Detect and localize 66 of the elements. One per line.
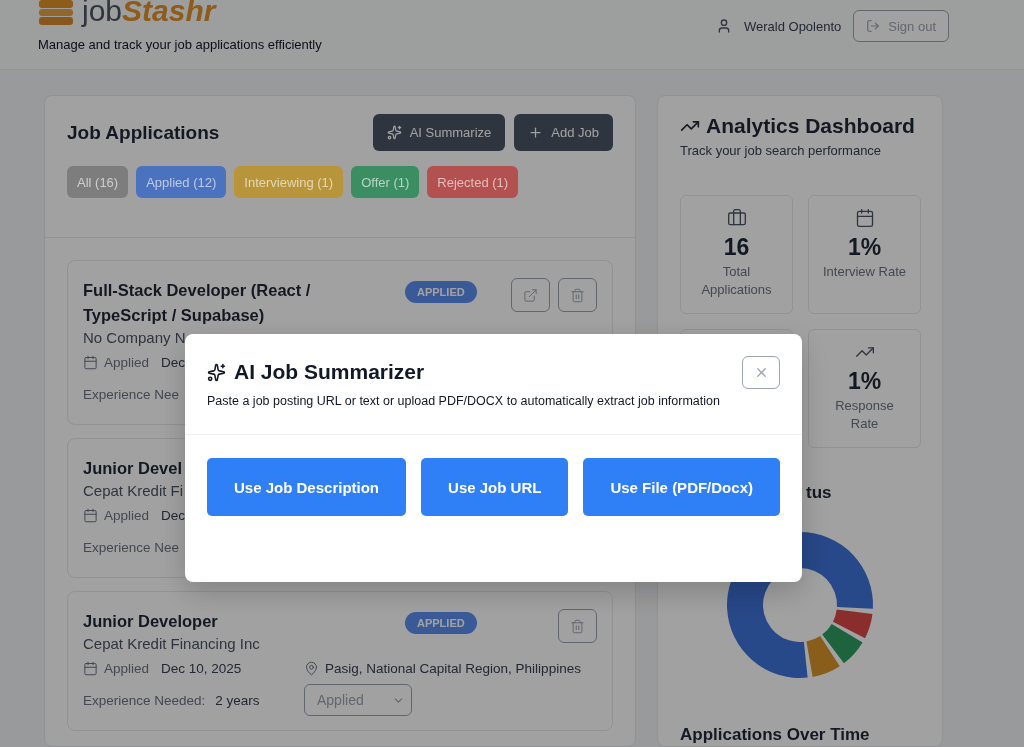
job-title: Junior Developer [83, 611, 218, 632]
job-title: Junior Devel [83, 458, 183, 479]
stat-label: Interview Rate [822, 263, 907, 281]
add-job-button[interactable]: Add Job [514, 114, 613, 151]
experience-value: 2 years [215, 692, 260, 708]
analytics-title: Analytics Dashboard [706, 114, 915, 138]
stat-value: 1% [847, 234, 882, 261]
dialog-title: AI Job Summarizer [234, 360, 425, 384]
applied-label: Applied [104, 508, 150, 523]
calendar-icon [83, 661, 98, 676]
filter-chip[interactable]: Offer (1) [351, 166, 420, 198]
sparkles-icon [386, 125, 402, 140]
company-name: Cepat Kredit Financing Inc [83, 635, 260, 652]
applied-label: Applied [104, 355, 150, 370]
filter-chip[interactable]: Rejected (1) [427, 166, 519, 198]
panel-title: Job Applications [67, 121, 220, 144]
map-pin-icon [304, 661, 319, 676]
delete-button[interactable] [558, 609, 597, 643]
calendar-icon [83, 355, 98, 370]
analytics-subtitle: Track your job search performance [680, 143, 883, 158]
app-logo: jobStashr [82, 0, 216, 28]
external-link-icon [523, 287, 538, 303]
experience-label: Experience Nee [83, 539, 180, 555]
logout-icon [866, 19, 881, 33]
company-name: No Company N [83, 329, 186, 346]
trash-icon [570, 618, 585, 634]
user-name: Werald Opolento [743, 18, 842, 34]
sparkles-icon [207, 362, 226, 382]
open-link-button[interactable] [511, 278, 550, 312]
experience-label: Experience Needed: [83, 692, 206, 708]
calendar-icon [854, 208, 875, 228]
option-button[interactable]: Use File (PDF/Docx) [583, 458, 780, 516]
trash-icon [570, 287, 585, 303]
ai-summarize-button[interactable]: AI Summarize [372, 114, 506, 151]
stat-value: 1% [847, 368, 882, 395]
experience-label: Experience Nee [83, 386, 180, 402]
close-button[interactable] [742, 356, 780, 389]
filter-chip[interactable]: All (16) [67, 166, 129, 198]
company-name: Cepat Kredit Fi [83, 482, 184, 499]
logo-icon [38, 0, 74, 26]
briefcase-icon [726, 208, 747, 228]
applied-date: Dec 10, 2025 [161, 661, 242, 676]
calendar-icon [83, 508, 98, 523]
donut-slice [822, 624, 863, 664]
delete-button[interactable] [558, 278, 597, 312]
applied-label: Applied [104, 661, 150, 676]
plus-icon [528, 125, 544, 140]
chart-heading: tus [806, 483, 832, 503]
sign-out-button[interactable]: Sign out [853, 10, 949, 42]
filter-chip[interactable]: Interviewing (1) [234, 166, 344, 198]
option-button[interactable]: Use Job Description [207, 458, 407, 516]
status-select[interactable]: Applied [304, 684, 412, 716]
stat-label: Total Applications [700, 263, 773, 299]
status-badge: APPLIED [405, 281, 477, 303]
chart-heading: Applications Over Time [680, 725, 871, 745]
dialog-description: Paste a job posting URL or text or upload PDF/DOCX to automatically extract job information [207, 394, 721, 408]
tagline: Manage and track your job applications efficiently [38, 37, 322, 52]
stat-value: 16 [723, 234, 750, 261]
applied-date: Dec [161, 508, 186, 523]
job-location: Pasig, National Capital Region, Philippines [325, 661, 581, 676]
option-button[interactable]: Use Job URL [421, 458, 569, 516]
status-badge: APPLIED [405, 612, 477, 634]
job-title: Full-Stack Developer (React / TypeScript / Supabase) [83, 280, 312, 326]
applied-date: Dec [161, 355, 186, 370]
stat-label: Response Rate [834, 397, 895, 433]
filter-chip[interactable]: Applied (12) [136, 166, 227, 198]
